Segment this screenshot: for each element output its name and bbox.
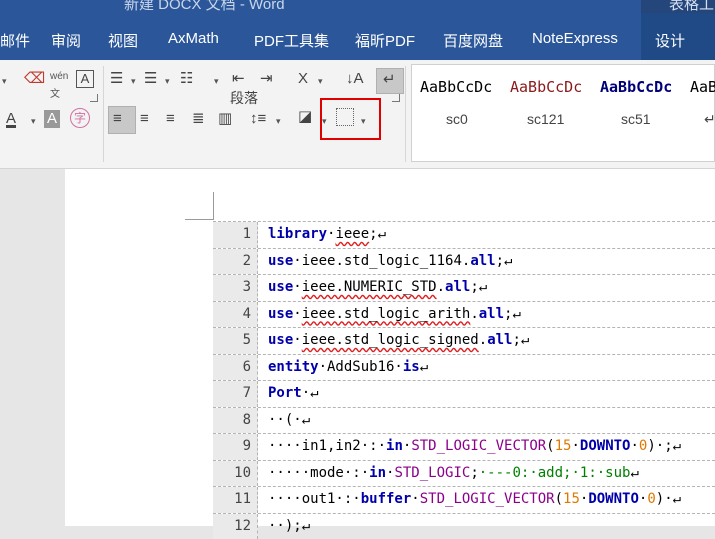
style-sample-sc51[interactable]: AaBbCcDc bbox=[600, 78, 672, 96]
code-text[interactable]: ·····mode·:·in·STD_LOGIC;·---0:·add;·1:·… bbox=[268, 461, 639, 486]
code-text[interactable]: use·ieee.std_logic_arith.all;↵ bbox=[268, 302, 521, 327]
style-name-sc0[interactable]: sc0 bbox=[446, 111, 468, 127]
bullets-icon[interactable]: ☰ bbox=[110, 70, 123, 88]
tab-mailings[interactable]: 邮件 bbox=[0, 30, 30, 51]
code-row[interactable]: 4 use·ieee.std_logic_arith.all;↵ bbox=[213, 301, 715, 328]
tab-foxit-pdf[interactable]: 福昕PDF bbox=[355, 30, 415, 51]
style-name-sc51[interactable]: sc51 bbox=[621, 111, 651, 127]
code-text[interactable]: ··(·↵ bbox=[268, 408, 310, 433]
title-bar: 新建 DOCX 文档 - Word 表格工 bbox=[0, 0, 715, 13]
code-text[interactable]: ····in1,in2·:·in·STD_LOGIC_VECTOR(15·DOW… bbox=[268, 434, 681, 459]
shading-icon[interactable]: ◪ bbox=[298, 108, 312, 126]
group-divider bbox=[405, 66, 406, 162]
chevron-down-icon[interactable]: ▾ bbox=[2, 76, 7, 87]
window-title: 新建 DOCX 文档 - Word bbox=[124, 0, 285, 13]
clear-formatting-icon[interactable]: ⌫ bbox=[24, 70, 45, 88]
code-text[interactable]: ····out1·:·buffer·STD_LOGIC_VECTOR(15·DO… bbox=[268, 487, 681, 512]
tab-axmath[interactable]: AxMath bbox=[168, 30, 219, 47]
code-row[interactable]: 5 use·ieee.std_logic_signed.all;↵ bbox=[213, 327, 715, 354]
tab-pdf-tools[interactable]: PDF工具集 bbox=[254, 30, 329, 51]
style-sample-sc0[interactable]: AaBbCcDc bbox=[420, 78, 492, 96]
styles-gallery: AaBbCcDc sc0 AaBbCcDc sc121 AaBbCcDc sc5… bbox=[411, 64, 715, 162]
line-number: 1 bbox=[213, 222, 258, 248]
code-row[interactable]: 6 entity·AddSub16·is↵ bbox=[213, 354, 715, 381]
font-dialog-launcher-icon[interactable] bbox=[90, 94, 98, 102]
line-number: 2 bbox=[213, 249, 258, 275]
code-row[interactable]: 1 library·ieee;↵ bbox=[213, 221, 715, 248]
line-number: 11 bbox=[213, 487, 258, 513]
code-row[interactable]: 8 ··(·↵ bbox=[213, 407, 715, 434]
line-number: 4 bbox=[213, 302, 258, 328]
code-row[interactable]: 2 use·ieee.std_logic_1164.all;↵ bbox=[213, 248, 715, 275]
line-number: 3 bbox=[213, 275, 258, 301]
chevron-down-icon[interactable]: ▾ bbox=[276, 116, 281, 127]
code-row[interactable]: 11 ····out1·:·buffer·STD_LOGIC_VECTOR(15·… bbox=[213, 486, 715, 513]
font-color-icon[interactable]: A bbox=[6, 110, 16, 128]
code-row[interactable]: 10 ·····mode·:·in·STD_LOGIC;·---0:·add;·1… bbox=[213, 460, 715, 487]
paragraph-dialog-launcher-icon[interactable] bbox=[392, 94, 400, 102]
code-text[interactable]: use·ieee.NUMERIC_STD.all;↵ bbox=[268, 275, 487, 300]
paragraph-group-label: 段落 bbox=[230, 88, 258, 108]
code-text[interactable]: use·ieee.std_logic_1164.all;↵ bbox=[268, 249, 512, 274]
justify-icon[interactable]: ≣ bbox=[192, 110, 205, 128]
line-number: 6 bbox=[213, 355, 258, 381]
align-center-icon[interactable]: ≡ bbox=[140, 110, 149, 128]
character-border-icon[interactable]: A bbox=[76, 70, 94, 88]
style-name-sc121[interactable]: sc121 bbox=[527, 111, 564, 127]
code-text[interactable]: Port·↵ bbox=[268, 381, 319, 406]
chevron-down-icon[interactable]: ▾ bbox=[131, 76, 136, 87]
context-tab-label: 表格工 bbox=[669, 0, 714, 13]
line-number: 5 bbox=[213, 328, 258, 354]
tab-review[interactable]: 审阅 bbox=[51, 30, 81, 51]
tab-view[interactable]: 视图 bbox=[108, 30, 138, 51]
code-text[interactable]: use·ieee.std_logic_signed.all;↵ bbox=[268, 328, 529, 353]
line-number: 12 bbox=[213, 514, 258, 539]
code-table[interactable]: 1 library·ieee;↵ 2 use·ieee.std_logic_1164.… bbox=[213, 221, 715, 539]
style-sample-sc121[interactable]: AaBbCcDc bbox=[510, 78, 582, 96]
borders-button-highlight bbox=[320, 98, 381, 140]
sort-icon[interactable]: ↓A bbox=[346, 70, 364, 88]
text-direction-icon[interactable]: X bbox=[298, 70, 308, 88]
tab-design[interactable]: 设计 bbox=[655, 30, 685, 51]
code-row[interactable]: 3 use·ieee.NUMERIC_STD.all;↵ bbox=[213, 274, 715, 301]
tab-baidu-netdisk[interactable]: 百度网盘 bbox=[443, 30, 503, 51]
line-number: 8 bbox=[213, 408, 258, 434]
enclose-characters-icon[interactable]: 字 bbox=[70, 108, 90, 128]
code-row[interactable]: 9 ····in1,in2·:·in·STD_LOGIC_VECTOR(15·DO… bbox=[213, 433, 715, 460]
paragraph-mark-icon: ↵ bbox=[383, 71, 396, 89]
style-name-4[interactable]: ↵ bbox=[704, 111, 715, 128]
line-number: 7 bbox=[213, 381, 258, 407]
chevron-down-icon[interactable]: ▾ bbox=[214, 76, 219, 87]
chevron-down-icon[interactable]: ▾ bbox=[318, 76, 323, 87]
increase-indent-icon[interactable]: ⇥ bbox=[260, 70, 273, 88]
group-divider bbox=[103, 66, 104, 162]
multilevel-list-icon[interactable]: ☷ bbox=[180, 70, 193, 88]
decrease-indent-icon[interactable]: ⇤ bbox=[232, 70, 245, 88]
distributed-icon[interactable]: ▥ bbox=[218, 110, 232, 128]
phonetic-guide-icon[interactable]: wén文 bbox=[50, 68, 68, 104]
code-text[interactable]: entity·AddSub16·is↵ bbox=[268, 355, 428, 380]
character-shading-icon[interactable]: A bbox=[44, 110, 60, 128]
line-number: 10 bbox=[213, 461, 258, 487]
code-text[interactable]: library·ieee;↵ bbox=[268, 222, 386, 247]
tab-noteexpress[interactable]: NoteExpress bbox=[532, 30, 618, 47]
line-spacing-icon[interactable]: ↕≡ bbox=[250, 110, 266, 128]
chevron-down-icon[interactable]: ▾ bbox=[31, 116, 36, 127]
chevron-down-icon[interactable]: ▾ bbox=[165, 76, 170, 87]
numbering-icon[interactable]: ☰ bbox=[144, 70, 157, 88]
line-number: 9 bbox=[213, 434, 258, 460]
align-right-icon[interactable]: ≡ bbox=[166, 110, 175, 128]
style-sample-4[interactable]: AaBb bbox=[690, 78, 715, 96]
code-row[interactable]: 7 Port·↵ bbox=[213, 380, 715, 407]
code-text[interactable]: ··);↵ bbox=[268, 514, 310, 539]
crop-mark bbox=[185, 219, 213, 220]
table-tools-header: 表格工 bbox=[641, 0, 715, 13]
align-left-icon: ≡ bbox=[113, 110, 122, 128]
crop-mark bbox=[213, 192, 214, 220]
